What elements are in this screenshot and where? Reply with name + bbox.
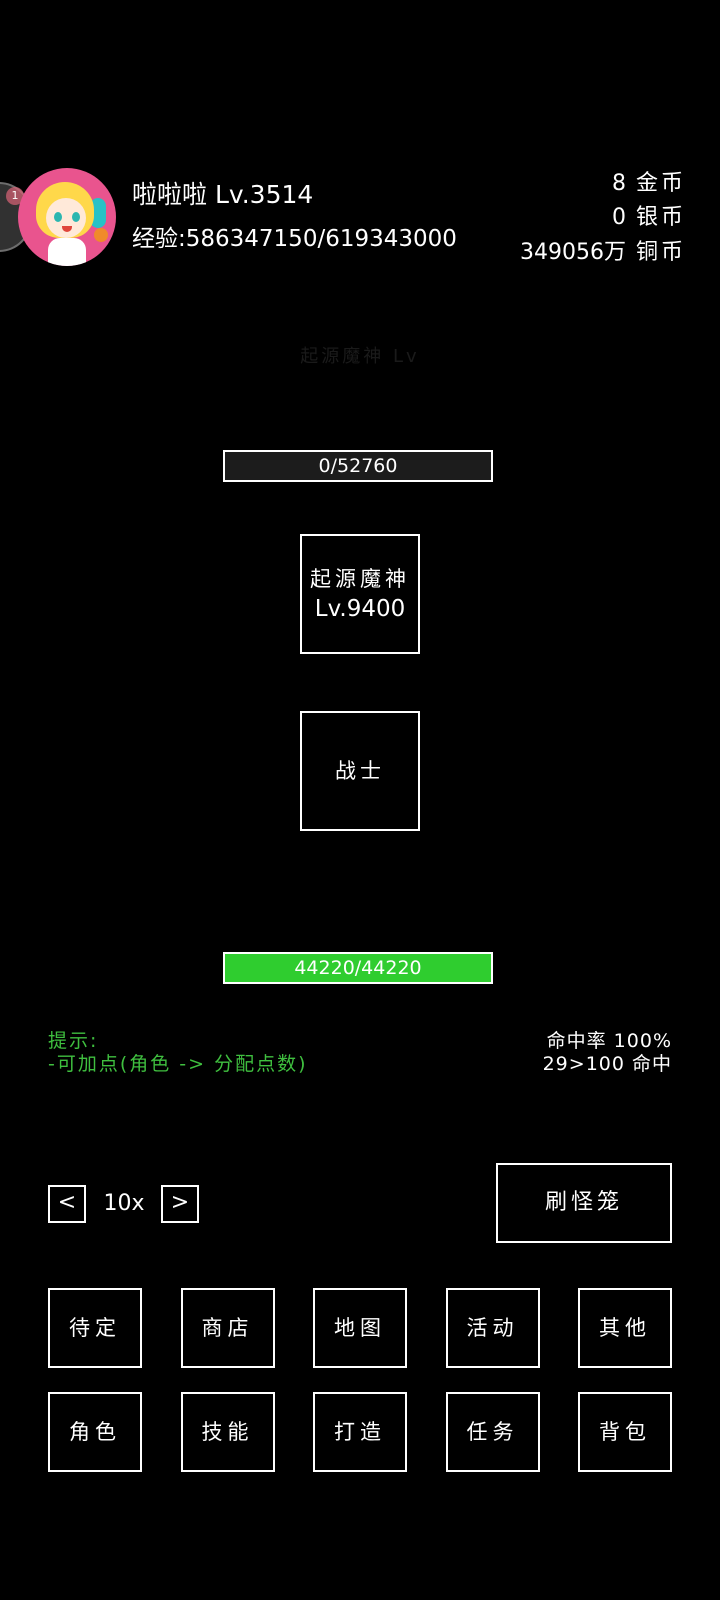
menu-character-button[interactable]: 角色 — [48, 1392, 142, 1472]
silver-amount: 0 — [611, 205, 626, 230]
silver-unit: 银币 — [635, 205, 686, 230]
copper-unit: 铜币 — [635, 240, 686, 265]
enemy-hp-text: 0/52760 — [318, 455, 398, 477]
hit-detail: 29>100 命中 — [542, 1053, 672, 1075]
gold-currency: 8 金币 — [612, 169, 686, 199]
menu-quests-button[interactable]: 任务 — [445, 1392, 540, 1472]
enemy-name: 起源魔神 — [310, 567, 410, 591]
menu-craft-button[interactable]: 打造 — [313, 1392, 407, 1472]
faint-enemy-title: 起源魔神 Lv — [300, 346, 420, 367]
menu-skills-button[interactable]: 技能 — [180, 1392, 275, 1472]
player-avatar[interactable] — [18, 168, 116, 266]
player-name-level: 啦啦啦 Lv.3514 — [132, 180, 314, 209]
enemy-level: Lv.9400 — [314, 596, 406, 622]
speed-increase-button[interactable]: > — [161, 1185, 199, 1223]
copper-amount: 349056万 — [520, 240, 626, 265]
menu-pending-button[interactable]: 待定 — [48, 1288, 142, 1368]
hit-rate: 命中率 100% — [546, 1030, 672, 1052]
silver-currency: 0 银币 — [612, 203, 686, 233]
gold-unit: 金币 — [635, 171, 686, 196]
enemy-hp-bar: 0/52760 — [223, 450, 493, 482]
player-unit-name: 战士 — [335, 759, 385, 783]
tips-panel: 提示: -可加点(角色 -> 分配点数) — [48, 1030, 308, 1076]
copper-currency: 349056万 铜币 — [520, 238, 686, 268]
gold-amount: 8 — [611, 171, 626, 196]
player-hp-bar: 44220/44220 — [223, 952, 493, 984]
tips-title: 提示: — [48, 1030, 99, 1052]
monster-cage-button[interactable]: 刷怪笼 — [496, 1163, 672, 1243]
menu-map-button[interactable]: 地图 — [313, 1288, 407, 1368]
speed-decrease-button[interactable]: < — [48, 1185, 86, 1223]
tips-line: -可加点(角色 -> 分配点数) — [48, 1053, 308, 1075]
enemy-card[interactable]: 起源魔神 Lv.9400 — [300, 534, 420, 654]
player-hp-text: 44220/44220 — [294, 957, 422, 979]
hit-stats: 命中率 100% 29>100 命中 — [543, 1030, 672, 1076]
player-unit-card[interactable]: 战士 — [300, 711, 420, 831]
menu-inventory-button[interactable]: 背包 — [578, 1392, 672, 1472]
main-menu-grid: 待定 商店 地图 活动 其他 角色 技能 打造 任务 背包 — [48, 1288, 672, 1472]
menu-shop-button[interactable]: 商店 — [180, 1288, 275, 1368]
speed-value: 10x — [103, 1191, 145, 1216]
player-experience: 经验:586347150/619343000 — [132, 226, 457, 252]
avatar-image — [18, 168, 116, 266]
menu-events-button[interactable]: 活动 — [445, 1288, 540, 1368]
menu-other-button[interactable]: 其他 — [578, 1288, 672, 1368]
